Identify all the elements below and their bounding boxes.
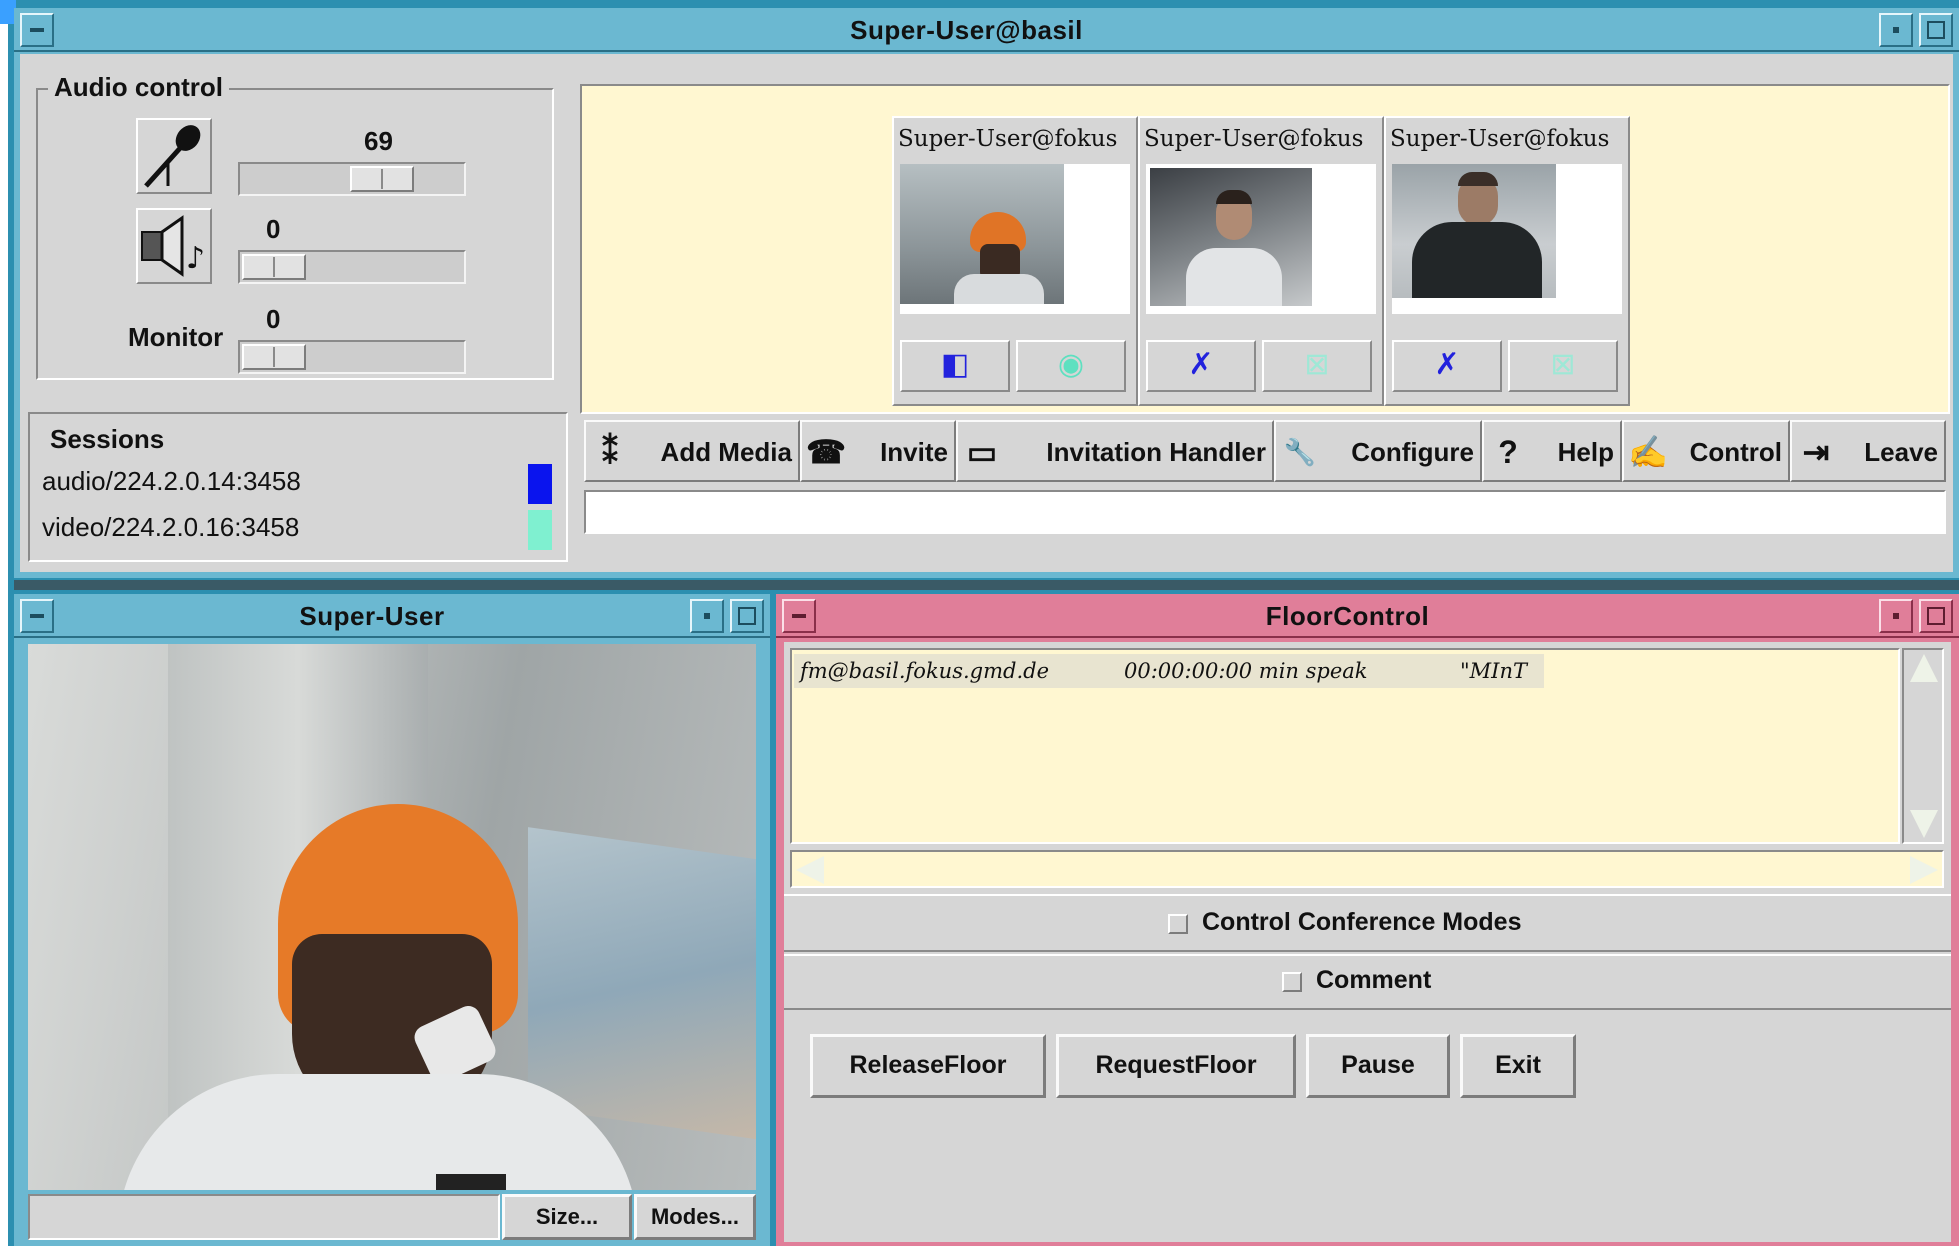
invitation-handler-button[interactable]: ▭ Invitation Handler: [956, 420, 1274, 482]
mic-slider-thumb[interactable]: [349, 166, 414, 192]
hand-icon: ✍: [1628, 434, 1668, 470]
divider: [14, 580, 1959, 590]
participant-name: Super-User@fokus: [1144, 126, 1364, 152]
toolbar: ⁑ Add Media ☎ Invite ▭ Invitation Handle…: [584, 420, 1946, 482]
audio-control-group: [36, 88, 554, 380]
help-button[interactable]: ? Help: [1482, 420, 1622, 482]
svg-text:♪: ♪: [186, 241, 205, 276]
speaker-value: 0: [266, 214, 281, 244]
invite-button[interactable]: ☎ Invite: [800, 420, 956, 482]
session-video[interactable]: video/224.2.0.16:3458: [42, 512, 299, 543]
session-video-color: [528, 510, 552, 550]
minimize-button[interactable]: [1879, 599, 1913, 633]
comment-checkbox[interactable]: [1282, 972, 1302, 992]
floor-control-title: FloorControl: [1265, 601, 1430, 631]
minimize-button[interactable]: [1879, 13, 1913, 47]
mute-icon[interactable]: ✗: [1146, 340, 1256, 392]
eye-crossed-icon[interactable]: ⊠: [1508, 340, 1618, 392]
control-button[interactable]: ✍ Control: [1622, 420, 1790, 482]
exit-icon: ⇥: [1802, 434, 1830, 470]
vertical-scrollbar[interactable]: [1902, 648, 1944, 844]
eye-icon[interactable]: ◉: [1016, 340, 1126, 392]
status-line: [584, 490, 1946, 534]
video-titlebar[interactable]: Super-User: [14, 594, 770, 638]
list-item[interactable]: fm@basil.fokus.gmd.de 00:00:00:00 min sp…: [794, 654, 1544, 688]
video-status-field: [28, 1194, 500, 1240]
participant-name: Super-User@fokus: [1390, 126, 1610, 152]
participant-tile[interactable]: Super-User@fokus ◧ ◉: [892, 116, 1138, 406]
eye-crossed-icon[interactable]: ⊠: [1262, 340, 1372, 392]
maximize-button[interactable]: [730, 599, 764, 633]
release-floor-button[interactable]: ReleaseFloor: [810, 1034, 1046, 1098]
comment-label[interactable]: Comment: [1316, 966, 1431, 995]
speaker-slider[interactable]: [238, 250, 466, 284]
floor-control-window: FloorControl fm@basil.fokus.gmd.de 00:00…: [776, 594, 1959, 1246]
question-icon: ?: [1498, 434, 1518, 470]
folder-icon: ▭: [966, 434, 998, 470]
video-window-title: Super-User: [299, 601, 445, 631]
participant-tile[interactable]: Super-User@fokus ✗ ⊠: [1138, 116, 1384, 406]
scroll-right-icon[interactable]: [1910, 856, 1938, 884]
audio-control-label: Audio control: [48, 72, 229, 103]
floor-control-client: fm@basil.fokus.gmd.de 00:00:00:00 min sp…: [784, 642, 1951, 1242]
monitor-slider[interactable]: [238, 340, 466, 374]
add-media-icon: ⁑: [602, 434, 618, 470]
speaker-icon[interactable]: ◧: [900, 340, 1010, 392]
window-menu-button[interactable]: [20, 13, 54, 47]
scroll-up-icon[interactable]: [1910, 654, 1938, 682]
maximize-button[interactable]: [1919, 13, 1953, 47]
mute-icon[interactable]: ✗: [1392, 340, 1502, 392]
speaker-slider-thumb[interactable]: [242, 254, 306, 280]
modes-button[interactable]: Modes...: [634, 1194, 756, 1240]
main-titlebar[interactable]: Super-User@basil: [14, 8, 1959, 52]
video-display: [28, 644, 756, 1190]
telephone-icon: ☎: [806, 434, 846, 470]
minimize-button[interactable]: [690, 599, 724, 633]
add-media-button[interactable]: ⁑ Add Media: [584, 420, 800, 482]
window-menu-button[interactable]: [782, 599, 816, 633]
session-audio-color: [528, 464, 552, 504]
sessions-label: Sessions: [50, 424, 165, 454]
speaker-icon[interactable]: ♪: [136, 208, 212, 284]
control-modes-label[interactable]: Control Conference Modes: [1202, 908, 1521, 937]
control-modes-checkbox[interactable]: [1168, 914, 1188, 934]
participant-video: [900, 164, 1130, 314]
participant-video: [1146, 164, 1376, 314]
main-window-title: Super-User@basil: [850, 15, 1083, 45]
exit-button[interactable]: Exit: [1460, 1034, 1576, 1098]
horizontal-scrollbar[interactable]: [790, 850, 1944, 888]
window-menu-button[interactable]: [20, 599, 54, 633]
main-window: Super-User@basil Audio control 69 ♪ 0 Mo…: [14, 8, 1959, 578]
scroll-left-icon[interactable]: [796, 856, 824, 884]
request-floor-button[interactable]: RequestFloor: [1056, 1034, 1296, 1098]
leave-button[interactable]: ⇥ Leave: [1790, 420, 1946, 482]
participant-video: [1392, 164, 1622, 314]
speaker-list[interactable]: fm@basil.fokus.gmd.de 00:00:00:00 min sp…: [790, 648, 1900, 844]
video-strip: Super-User@fokus ◧ ◉ Super-User@fokus ✗ …: [580, 84, 1950, 414]
mic-value: 69: [364, 126, 393, 156]
monitor-value: 0: [266, 304, 281, 334]
floor-control-titlebar[interactable]: FloorControl: [776, 594, 1959, 638]
main-client: Audio control 69 ♪ 0 Monitor 0 Sessions …: [20, 54, 1953, 572]
monitor-slider-thumb[interactable]: [242, 344, 306, 370]
monitor-label: Monitor: [128, 322, 224, 352]
pause-button[interactable]: Pause: [1306, 1034, 1450, 1098]
size-button[interactable]: Size...: [502, 1194, 632, 1240]
video-window: Super-User Size... Modes...: [14, 594, 770, 1246]
wrench-icon: 🔧: [1283, 437, 1317, 467]
participant-name: Super-User@fokus: [898, 126, 1118, 152]
mic-slider[interactable]: [238, 162, 466, 196]
maximize-button[interactable]: [1919, 599, 1953, 633]
participant-tile[interactable]: Super-User@fokus ✗ ⊠: [1384, 116, 1630, 406]
configure-button[interactable]: 🔧 Configure: [1274, 420, 1482, 482]
scroll-down-icon[interactable]: [1910, 810, 1938, 838]
session-audio[interactable]: audio/224.2.0.14:3458: [42, 466, 301, 497]
microphone-icon[interactable]: [136, 118, 212, 194]
